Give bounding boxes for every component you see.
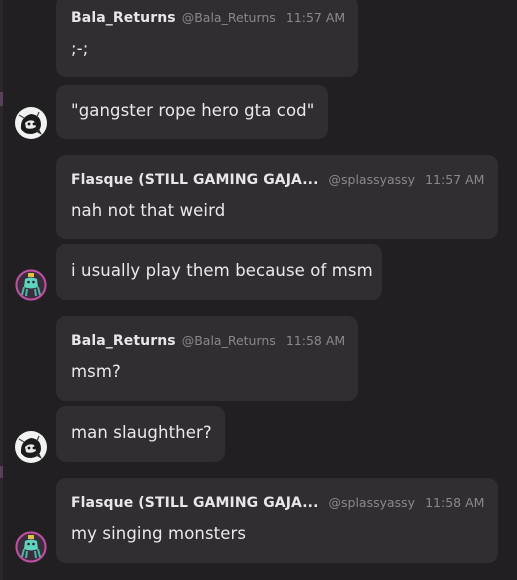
message-bubble[interactable]: Bala_Returns @Bala_Returns 11:57 AM ;-;: [56, 0, 358, 77]
bala-avatar-icon[interactable]: [15, 431, 47, 463]
message-text: i usually play them because of msm: [71, 261, 373, 280]
username[interactable]: Bala_Returns: [71, 333, 176, 349]
message-text: nah not that weird: [71, 201, 226, 220]
timestamp: 11:57 AM: [285, 10, 346, 25]
timestamp: 11:58 AM: [425, 495, 485, 510]
message-bubble[interactable]: i usually play them because of msm: [56, 244, 382, 300]
flasque-avatar-icon[interactable]: [15, 531, 47, 563]
username[interactable]: Flasque (STILL GAMING GAJA...: [71, 172, 319, 188]
timestamp: 11:57 AM: [425, 172, 485, 187]
message-text: my singing monsters: [71, 524, 247, 543]
message-header: Bala_Returns @Bala_Returns 11:57 AM: [71, 10, 345, 26]
message-bubble[interactable]: Flasque (STILL GAMING GAJA... @splassyas…: [56, 155, 498, 239]
message-bubble[interactable]: Bala_Returns @Bala_Returns 11:58 AM msm?: [56, 316, 358, 401]
message-bubble[interactable]: Flasque (STILL GAMING GAJA... @splassyas…: [56, 478, 498, 563]
bala-avatar-icon[interactable]: [15, 107, 47, 139]
left-rail: [0, 0, 3, 580]
user-handle[interactable]: @Bala_Returns: [182, 333, 276, 348]
message-text: msm?: [71, 362, 121, 381]
username[interactable]: Bala_Returns: [71, 10, 176, 26]
user-handle[interactable]: @splassyassy: [329, 495, 416, 510]
message-header: Flasque (STILL GAMING GAJA... @splassyas…: [71, 172, 484, 188]
user-handle[interactable]: @splassyassy: [329, 172, 416, 187]
message-text: "gangster rope hero gta cod": [71, 101, 315, 120]
message-text: ;-;: [71, 39, 89, 58]
message-text: man slaughther?: [71, 423, 212, 442]
rail-marker: [0, 466, 3, 478]
message-bubble[interactable]: man slaughther?: [56, 406, 225, 462]
rail-marker: [0, 92, 3, 106]
message-header: Bala_Returns @Bala_Returns 11:58 AM: [71, 333, 345, 349]
message-bubble[interactable]: "gangster rope hero gta cod": [56, 85, 328, 139]
flasque-avatar-icon[interactable]: [15, 269, 47, 301]
message-header: Flasque (STILL GAMING GAJA... @splassyas…: [71, 495, 484, 511]
user-handle[interactable]: @Bala_Returns: [182, 10, 276, 25]
timestamp: 11:58 AM: [285, 333, 346, 348]
username[interactable]: Flasque (STILL GAMING GAJA...: [71, 495, 319, 511]
